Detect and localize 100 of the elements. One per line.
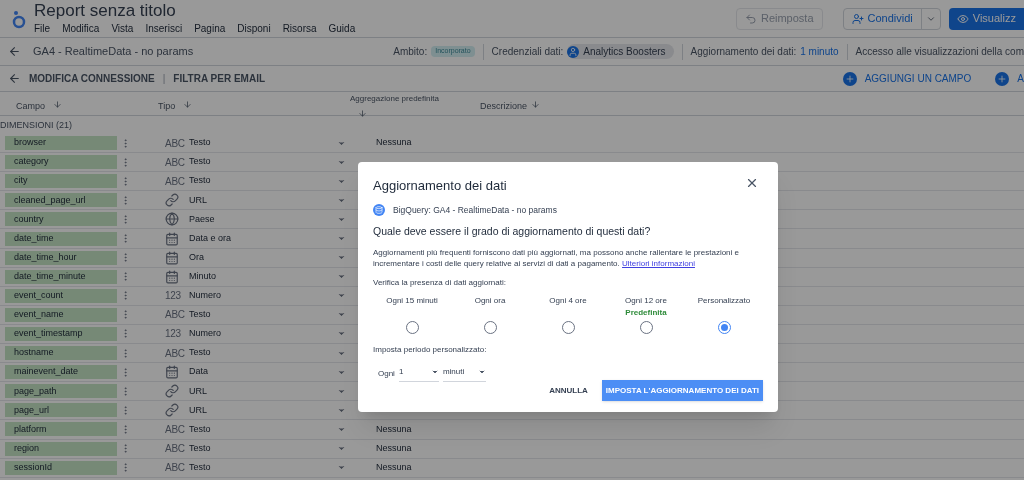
separator: | (162, 72, 166, 86)
back-arrow-icon[interactable] (8, 72, 21, 85)
learn-more-link[interactable]: Ulteriori informazioni (622, 259, 695, 268)
check-label: Verifica la presenza di dati aggiornati: (373, 277, 507, 289)
menu-item[interactable]: Pagina (194, 21, 226, 36)
view-button[interactable]: Visualizz (948, 7, 1024, 30)
type-value: URL (189, 384, 208, 398)
freshness-link[interactable]: 1 minuto (800, 44, 839, 59)
calendar-icon (165, 231, 179, 246)
menu-item[interactable]: Risorsa (282, 21, 317, 36)
field-chip[interactable]: category (5, 155, 117, 170)
field-chip[interactable]: hostname (5, 346, 117, 361)
option-label: Ogni 4 ore (549, 295, 587, 307)
field-chip[interactable]: region (5, 441, 117, 456)
close-icon[interactable] (745, 176, 759, 190)
field-chip[interactable]: date_time_hour (5, 250, 117, 265)
field-chip[interactable]: country (5, 212, 117, 227)
credentials-label: Credenziali dati: (491, 45, 564, 59)
field-chip[interactable]: platform (5, 422, 117, 437)
option-label: Personalizzato (697, 295, 751, 307)
field-chip[interactable]: browser (5, 136, 117, 151)
filter-link[interactable]: FILTRA PER EMAIL (173, 71, 266, 86)
type-value: Numero (189, 327, 222, 341)
type-value: Testo (189, 136, 212, 150)
column-header[interactable]: Descrizione (480, 92, 528, 114)
confirm-button[interactable]: IMPOSTA L'AGGIORNAMENTO DEI DATI (601, 380, 763, 401)
field-chip[interactable]: event_timestamp (5, 327, 117, 341)
custom-label: Imposta periodo personalizzato: (373, 344, 488, 356)
type-value: Testo (189, 308, 212, 322)
type-value: Minuto (189, 269, 217, 283)
freshness-label: Aggiornamento dei dati: (690, 45, 797, 59)
column-header[interactable]: Campo (0, 92, 150, 114)
aggregation-value: Nessuna (376, 460, 412, 474)
field-chip[interactable]: page_path (5, 384, 117, 399)
field-chip[interactable]: sessionId (5, 460, 117, 475)
data-source-label: BigQuery: GA4 - RealtimeData - no params (393, 203, 557, 217)
type-value: Testo (189, 155, 212, 169)
field-chip[interactable]: mainevent_date (5, 365, 117, 380)
menu-item[interactable]: Modifica (62, 21, 100, 36)
field-chip[interactable]: event_count (5, 288, 117, 303)
menu-item[interactable]: Guida (328, 21, 356, 36)
aggregation-value: Nessuna (376, 136, 412, 150)
link-icon (165, 384, 179, 399)
type-value: Testo (189, 441, 212, 455)
field-chip[interactable]: date_time_minute (5, 269, 117, 284)
eye-icon (956, 12, 969, 25)
edit-connection-link[interactable]: MODIFICA CONNESSIONE (29, 71, 155, 86)
cancel-button[interactable]: ANNULLA (549, 384, 588, 397)
field-chip[interactable]: cleaned_page_url (5, 193, 117, 208)
option-label: Ogni 12 ore (625, 295, 667, 307)
column-header[interactable]: Aggregazione predefinita (350, 92, 480, 118)
type-glyph: ABC (165, 422, 186, 437)
credentials-chip[interactable]: Analytics Boosters (567, 44, 674, 59)
type-glyph: ABC (165, 174, 186, 189)
calendar-icon (165, 269, 179, 284)
type-glyph: ABC (165, 461, 186, 476)
menu-item[interactable]: Inserisci (145, 21, 183, 36)
type-value: Testo (189, 422, 212, 436)
field-chip[interactable]: page_url (5, 403, 117, 418)
type-glyph: ABC (165, 442, 186, 457)
back-arrow-icon[interactable] (8, 45, 21, 58)
option-label: Ogni ora (474, 295, 506, 307)
menu-item[interactable]: File (34, 21, 51, 36)
database-icon (375, 205, 383, 214)
field-chip[interactable]: city (5, 174, 117, 189)
type-glyph: ABC (165, 346, 186, 361)
undo-icon (744, 12, 757, 25)
add-person-icon (851, 12, 864, 25)
column-header[interactable]: Tipo (150, 92, 350, 114)
menu-item[interactable]: Vista (111, 21, 134, 36)
report-title[interactable]: Report senza titolo (34, 1, 356, 21)
sort-arrow-icon (358, 109, 367, 118)
plus-icon (842, 71, 857, 86)
dialog-question: Quale deve essere il grado di aggiornamento di questi dati? (373, 224, 652, 240)
unit-dropdown[interactable]: minuti (442, 366, 486, 382)
scope-label: Ambito: (393, 45, 428, 59)
field-chip[interactable]: date_time (5, 231, 117, 246)
option-label: Ogni 15 minuti (386, 295, 438, 307)
sort-arrow-icon[interactable] (531, 100, 541, 109)
field-chip[interactable]: event_name (5, 307, 117, 322)
calendar-icon (165, 365, 179, 380)
every-label: Ogni (378, 368, 395, 380)
amount-dropdown[interactable]: 1 (398, 366, 439, 382)
type-value: Numero (189, 289, 222, 303)
type-value: Ora (189, 250, 205, 264)
calendar-icon (165, 250, 179, 265)
type-glyph: ABC (165, 308, 186, 323)
type-glyph: 123 (165, 327, 182, 342)
data-source-name: GA4 - RealtimeData - no params (33, 44, 194, 60)
dropdown-icon[interactable] (337, 234, 346, 243)
dialog-title: Aggiornamento dei dati (373, 177, 507, 195)
sort-arrow-icon (183, 100, 193, 109)
plus-icon (995, 71, 1010, 86)
logo-icon[interactable] (12, 8, 26, 29)
aggregation-value: Nessuna (376, 422, 412, 436)
aggregation-value: Nessuna (376, 441, 412, 455)
type-value: URL (189, 193, 208, 207)
dialog-description: Aggiornamenti più frequenti forniscono dati più aggiornati, ma possono anche rallentare le prestazioni e incrementare i costi delle query relative ai servizi di dati a pagamento. Ulteriori informazioni (373, 247, 740, 269)
menu-item[interactable]: Disponi (237, 21, 271, 36)
add-field-button[interactable]: AGGIUNGI UN CAMPO (842, 71, 972, 86)
